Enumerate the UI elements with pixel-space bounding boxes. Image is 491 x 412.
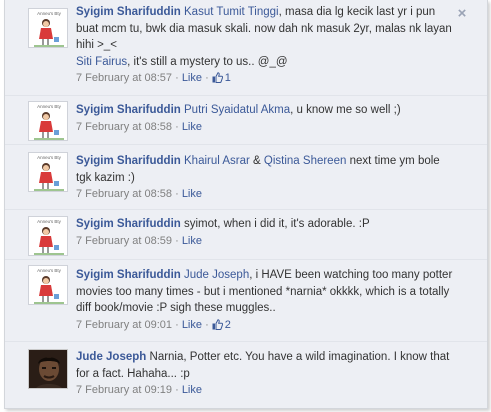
- avatar-caption: Anneu's Bty: [37, 268, 62, 273]
- comment-author-link[interactable]: Syigim Sharifuddin: [76, 104, 181, 116]
- comment-text: , it's still a mystery to us.. @_@: [127, 55, 288, 68]
- comment-body: Syigim Sharifuddin Kasut Tumit Tinggi, m…: [76, 4, 457, 87]
- avatar-caption: Anneu's Bty: [37, 104, 62, 109]
- doll-avatar-icon: Anneu's Bty: [34, 155, 64, 191]
- separator: ·: [205, 318, 209, 331]
- comment-meta: 7 February at 08:58 · Like: [76, 121, 202, 133]
- mention-link[interactable]: Siti Fairus: [76, 56, 127, 68]
- like-count[interactable]: 2: [212, 319, 231, 331]
- thumbs-up-icon: [212, 72, 223, 83]
- comment-meta: 7 February at 09:19 · Like: [76, 384, 202, 396]
- comment-author-link[interactable]: Syigim Sharifuddin: [76, 269, 181, 281]
- mention-link[interactable]: Jude Joseph: [184, 269, 249, 281]
- comment-body: Syigim Sharifuddin Putri Syaidatul Akma,…: [76, 102, 457, 135]
- comment-author-link[interactable]: Syigim Sharifuddin: [76, 6, 181, 18]
- like-link[interactable]: Like: [182, 384, 202, 396]
- comment-meta: 7 February at 08:57 · Like · 1: [76, 72, 231, 84]
- avatar-caption: Anneu's Bty: [37, 11, 62, 16]
- avatar[interactable]: Anneu's Bty: [28, 8, 68, 48]
- comment-item: Anneu's Bty Syigim Sharifuddin syimot, w…: [5, 210, 487, 260]
- doll-avatar-icon: Anneu's Bty: [34, 104, 64, 140]
- avatar[interactable]: Anneu's Bty: [28, 152, 68, 192]
- comments-panel: Anneu's Bty Syigim Sharifuddin Kasut Tum…: [4, 0, 488, 409]
- like-count-value: 1: [224, 72, 231, 84]
- avatar[interactable]: Anneu's Bty: [28, 216, 68, 256]
- comment-item: Anneu's Bty Syigim Sharifuddin Putri Sya…: [5, 96, 487, 145]
- comment-text: &: [249, 155, 264, 167]
- timestamp[interactable]: 7 February at 08:58: [76, 121, 172, 133]
- mention-link[interactable]: Kasut Tumit Tinggi: [184, 6, 279, 18]
- comment-item: Anneu's Bty Syigim Sharifuddin Jude Jose…: [5, 260, 487, 342]
- doll-avatar-icon: Anneu's Bty: [34, 219, 64, 255]
- separator: ·: [205, 72, 209, 84]
- avatar-caption: Anneu's Bty: [37, 219, 62, 224]
- close-icon[interactable]: ×: [455, 6, 469, 21]
- separator: ·: [175, 188, 179, 200]
- doll-avatar-icon: Anneu's Bty: [34, 268, 64, 304]
- separator: ·: [175, 234, 179, 247]
- avatar[interactable]: Anneu's Bty: [28, 101, 68, 141]
- avatar-caption: Anneu's Bty: [37, 155, 62, 160]
- like-link[interactable]: Like: [182, 72, 202, 84]
- comment-item: Jude Joseph Narnia, Potter etc. You have…: [5, 342, 487, 408]
- comment-body: Syigim Sharifuddin Jude Joseph, i HAVE b…: [76, 267, 457, 333]
- thumbs-up-icon: [212, 318, 223, 330]
- avatar[interactable]: [28, 349, 68, 389]
- comment-meta: 7 February at 08:58 · Like: [76, 188, 202, 200]
- comment-item: Anneu's Bty Syigim Sharifuddin Khairul A…: [5, 145, 487, 210]
- person-photo-avatar: [29, 350, 67, 388]
- timestamp[interactable]: 7 February at 09:01: [76, 319, 172, 331]
- comment-meta: 7 February at 08:59 · Like: [76, 235, 202, 247]
- avatar[interactable]: Anneu's Bty: [28, 265, 68, 305]
- comment-body: Jude Joseph Narnia, Potter etc. You have…: [76, 349, 457, 399]
- comment-meta: 7 February at 09:01 · Like · 2: [76, 319, 231, 331]
- separator: ·: [175, 384, 179, 396]
- like-link[interactable]: Like: [182, 188, 202, 200]
- separator: ·: [175, 72, 179, 84]
- mention-link[interactable]: Khairul Asrar: [184, 155, 250, 167]
- like-count[interactable]: 1: [212, 72, 231, 84]
- timestamp[interactable]: 7 February at 08:57: [76, 72, 172, 84]
- like-link[interactable]: Like: [182, 121, 202, 133]
- comment-item: Anneu's Bty Syigim Sharifuddin Kasut Tum…: [5, 0, 487, 96]
- doll-avatar-icon: Anneu's Bty: [34, 11, 64, 47]
- timestamp[interactable]: 7 February at 09:19: [76, 384, 172, 396]
- comment-author-link[interactable]: Syigim Sharifuddin: [76, 155, 181, 167]
- comment-body: Syigim Sharifuddin syimot, when i did it…: [76, 216, 457, 249]
- comment-author-link[interactable]: Jude Joseph: [76, 351, 146, 363]
- mention-link[interactable]: Putri Syaidatul Akma: [184, 104, 290, 116]
- timestamp[interactable]: 7 February at 08:58: [76, 188, 172, 200]
- separator: ·: [175, 318, 179, 331]
- like-count-value: 2: [224, 318, 231, 331]
- comment-text: syimot, when i did it, it's adorable. :P: [180, 218, 370, 230]
- separator: ·: [175, 120, 179, 133]
- comment-body: Syigim Sharifuddin Khairul Asrar & Qisti…: [76, 153, 457, 203]
- comment-author-link[interactable]: Syigim Sharifuddin: [76, 218, 181, 230]
- mention-link[interactable]: Qistina Shereen: [264, 155, 346, 167]
- like-link[interactable]: Like: [182, 235, 202, 247]
- timestamp[interactable]: 7 February at 08:59: [76, 235, 172, 247]
- like-link[interactable]: Like: [182, 319, 202, 331]
- comment-text: , u know me so well ;): [290, 104, 401, 116]
